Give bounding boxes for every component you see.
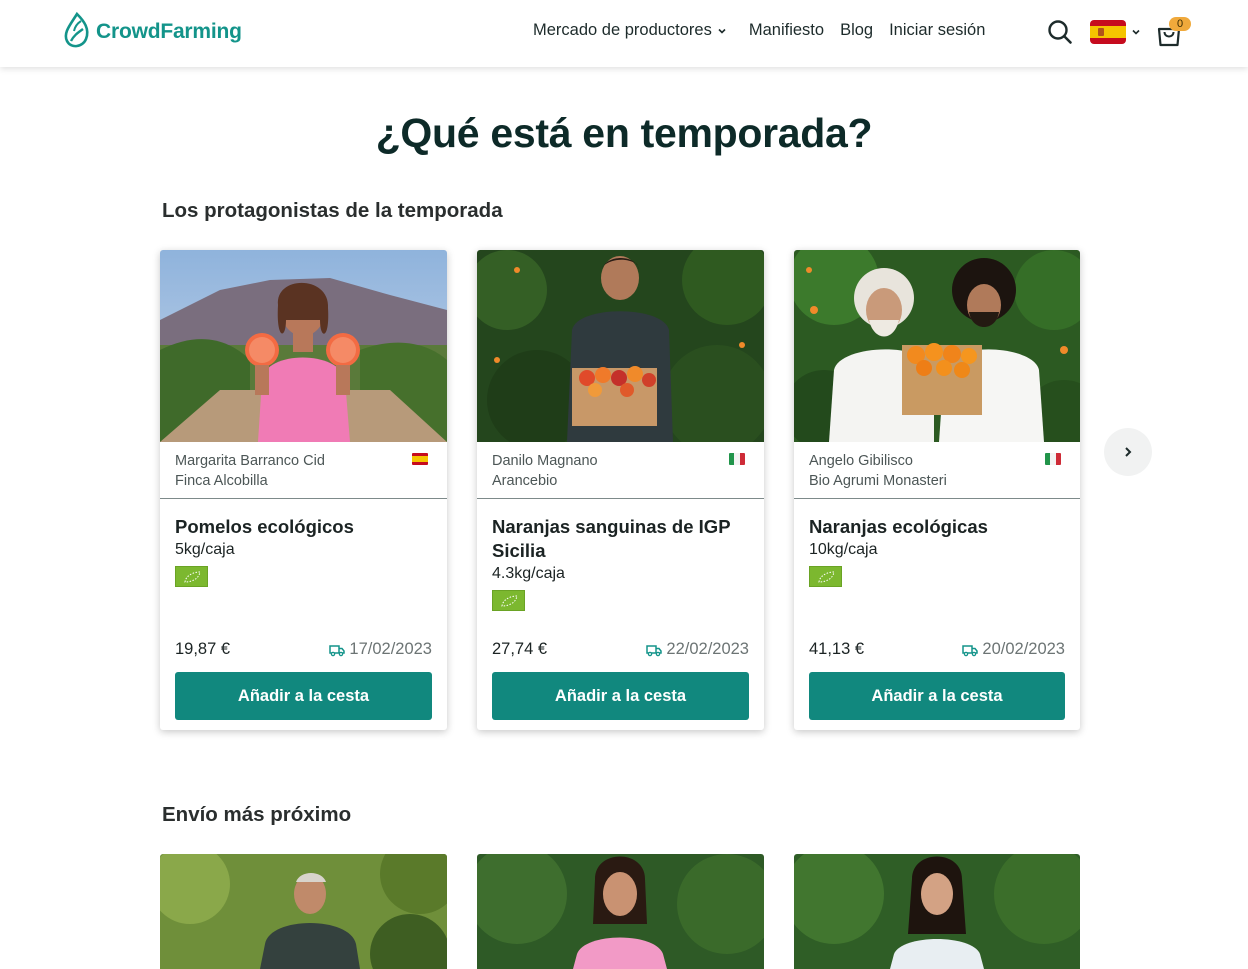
price: 27,74 € — [492, 640, 548, 658]
logo-text: CrowdFarming — [96, 20, 242, 43]
nav-login[interactable]: Iniciar sesión — [889, 21, 985, 40]
eu-organic-leaf-icon — [492, 590, 525, 611]
price-row: 19,87 € 17/02/2023 — [175, 640, 432, 659]
product-card[interactable]: Margarita Barranco Cid Finca Alcobilla P… — [160, 250, 447, 730]
price: 19,87 € — [175, 640, 231, 658]
shipping-date-text: 20/02/2023 — [982, 640, 1065, 658]
search-button[interactable] — [1046, 18, 1074, 46]
product-size: 10kg/caja — [809, 541, 878, 558]
carousel-next-button[interactable] — [1104, 428, 1152, 476]
chevron-right-icon — [1125, 447, 1132, 457]
farm-name: Arancebio — [492, 473, 558, 489]
nav-manifesto-label: Manifiesto — [748, 21, 825, 39]
truck-icon — [329, 644, 346, 656]
cart-count-badge: 0 — [1169, 17, 1191, 31]
add-to-cart-button[interactable]: Añadir a la cesta — [809, 672, 1065, 720]
page-title: ¿Qué está en temporada? — [375, 110, 873, 156]
section-title-next-shipping: Envío más próximo — [162, 803, 352, 826]
farmer-info: Angelo Gibilisco Bio Agrumi Monasteri — [794, 442, 1080, 499]
site-header: CrowdFarming Mercado de productores Mani… — [0, 0, 1248, 67]
product-info: Naranjas ecológicas 10kg/caja — [794, 499, 1080, 631]
chevron-down-icon — [718, 28, 726, 34]
eu-organic-leaf-icon — [809, 566, 842, 587]
product-name: Naranjas sanguinas de IGP Sicilia — [492, 516, 731, 561]
logo[interactable]: CrowdFarming — [62, 11, 242, 53]
farm-name: Finca Alcobilla — [175, 473, 268, 489]
product-card-photo[interactable] — [477, 854, 764, 969]
italy-flag-icon — [729, 453, 745, 465]
product-card[interactable]: Danilo Magnano Arancebio Naranjas sangui… — [477, 250, 764, 730]
nav-manifesto[interactable]: Manifiesto — [749, 21, 824, 40]
add-to-cart-button[interactable]: Añadir a la cesta — [175, 672, 432, 720]
logo-leaf-icon — [64, 11, 89, 48]
farmer-name: Danilo Magnano — [492, 453, 598, 469]
farm-name: Bio Agrumi Monasteri — [809, 473, 947, 489]
price-row: 41,13 € 20/02/2023 — [809, 640, 1065, 659]
product-size: 5kg/caja — [175, 541, 235, 558]
price: 41,13 € — [809, 640, 865, 658]
product-photo — [160, 250, 447, 442]
nav-market[interactable]: Mercado de productores — [533, 21, 727, 40]
truck-icon — [646, 644, 663, 656]
product-info: Pomelos ecológicos 5kg/caja — [160, 499, 447, 631]
nav-login-label: Iniciar sesión — [889, 21, 986, 39]
search-icon — [1048, 20, 1072, 44]
product-card[interactable]: Angelo Gibilisco Bio Agrumi Monasteri Na… — [794, 250, 1080, 730]
nav-market-label: Mercado de productores — [533, 21, 712, 39]
italy-flag-icon — [1045, 453, 1061, 465]
product-size: 4.3kg/caja — [492, 565, 565, 582]
farmer-name: Angelo Gibilisco — [809, 453, 913, 469]
product-photo — [477, 250, 764, 442]
spain-flag-icon — [1090, 20, 1126, 44]
shipping-date: 22/02/2023 — [646, 640, 749, 659]
nav-blog[interactable]: Blog — [840, 21, 873, 40]
product-name: Pomelos ecológicos — [175, 516, 354, 537]
language-selector[interactable] — [1090, 20, 1141, 44]
product-info: Naranjas sanguinas de IGP Sicilia 4.3kg/… — [477, 499, 764, 631]
nav-blog-label: Blog — [840, 21, 874, 39]
shipping-date: 20/02/2023 — [962, 640, 1065, 659]
shipping-date: 17/02/2023 — [329, 640, 432, 659]
cart-button[interactable]: 0 — [1155, 17, 1195, 50]
shipping-date-text: 17/02/2023 — [349, 640, 432, 658]
farmer-info: Danilo Magnano Arancebio — [477, 442, 764, 499]
price-row: 27,74 € 22/02/2023 — [492, 640, 749, 659]
farmer-name: Margarita Barranco Cid — [175, 453, 325, 469]
add-to-cart-button[interactable]: Añadir a la cesta — [492, 672, 749, 720]
product-card-photo[interactable] — [794, 854, 1080, 969]
eu-organic-leaf-icon — [175, 566, 208, 587]
main-nav: Mercado de productores Manifiesto Blog I… — [533, 21, 985, 40]
section-title-season: Los protagonistas de la temporada — [162, 199, 503, 222]
truck-icon — [962, 644, 979, 656]
product-name: Naranjas ecológicas — [809, 516, 988, 537]
chevron-down-icon — [1132, 29, 1140, 35]
product-photo — [794, 250, 1080, 442]
shipping-date-text: 22/02/2023 — [666, 640, 749, 658]
spain-flag-icon — [412, 453, 428, 465]
farmer-info: Margarita Barranco Cid Finca Alcobilla — [160, 442, 447, 499]
product-card-photo[interactable] — [160, 854, 447, 969]
